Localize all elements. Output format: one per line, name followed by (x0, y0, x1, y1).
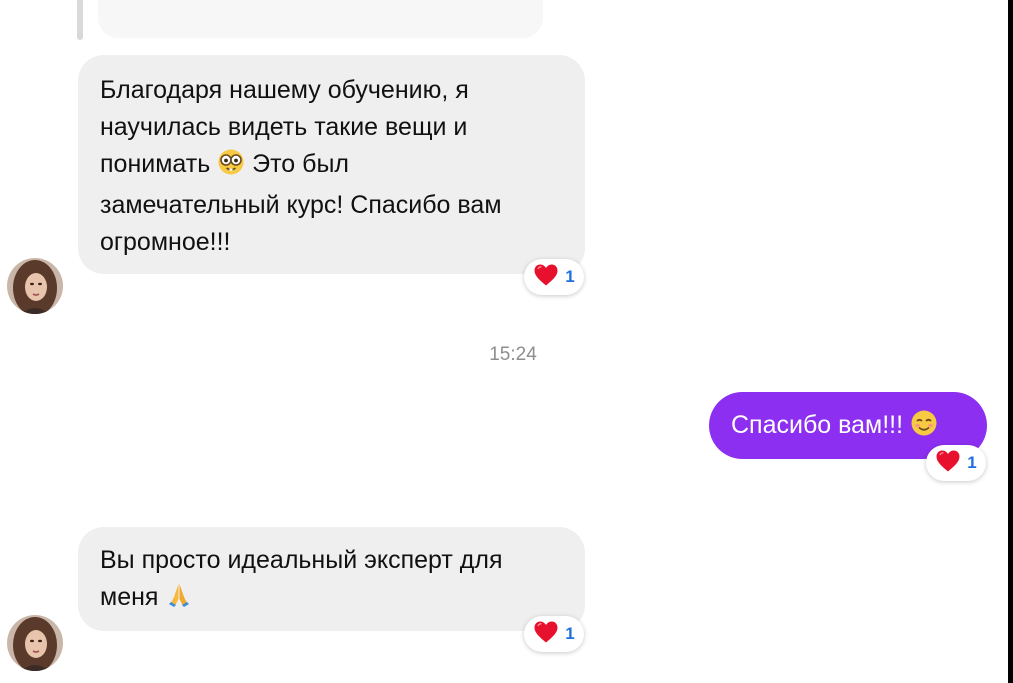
nerd-glasses-face-icon (217, 148, 245, 187)
red-heart-icon (533, 263, 559, 292)
previous-message-bubble[interactable] (98, 0, 543, 38)
message-text-line: Вы просто идеальный эксперт для (100, 546, 503, 574)
reaction-count: 1 (565, 624, 575, 643)
reply-quote-bar (77, 0, 83, 40)
avatar[interactable] (7, 258, 63, 314)
reaction-badge[interactable]: 1 (524, 616, 584, 652)
message-text-fragment: Это был (252, 150, 350, 178)
message-text-line: замечательный курс! Спасибо вам (100, 191, 502, 219)
message-timestamp: 15:24 (489, 344, 537, 365)
message-text-line: Благодаря нашему обучению, я (100, 76, 469, 104)
message-text-fragment: понимать (100, 150, 211, 178)
smiling-face-icon (910, 409, 938, 448)
message-text-line-with-emoji: меня (100, 579, 563, 620)
message-text-fragment: меня (100, 583, 159, 611)
red-heart-icon (533, 620, 559, 649)
window-edge (1008, 0, 1013, 683)
reaction-badge[interactable]: 1 (524, 259, 584, 295)
red-heart-icon (935, 449, 961, 478)
message-text-line-with-emoji: понимать Это был (100, 146, 563, 187)
message-bubble-incoming[interactable]: Вы просто идеальный эксперт для меня (78, 527, 585, 631)
reaction-count: 1 (967, 453, 977, 472)
reaction-count: 1 (565, 267, 575, 286)
message-text-line: научилась видеть такие вещи и (100, 113, 468, 141)
message-bubble-incoming[interactable]: Благодаря нашему обучению, я научилась в… (78, 55, 585, 274)
message-text-line: Спасибо вам!!! (731, 411, 904, 439)
message-text-line: огромное!!! (100, 228, 231, 256)
reaction-badge[interactable]: 1 (926, 445, 986, 481)
folded-hands-icon (165, 581, 193, 620)
avatar[interactable] (7, 615, 63, 671)
